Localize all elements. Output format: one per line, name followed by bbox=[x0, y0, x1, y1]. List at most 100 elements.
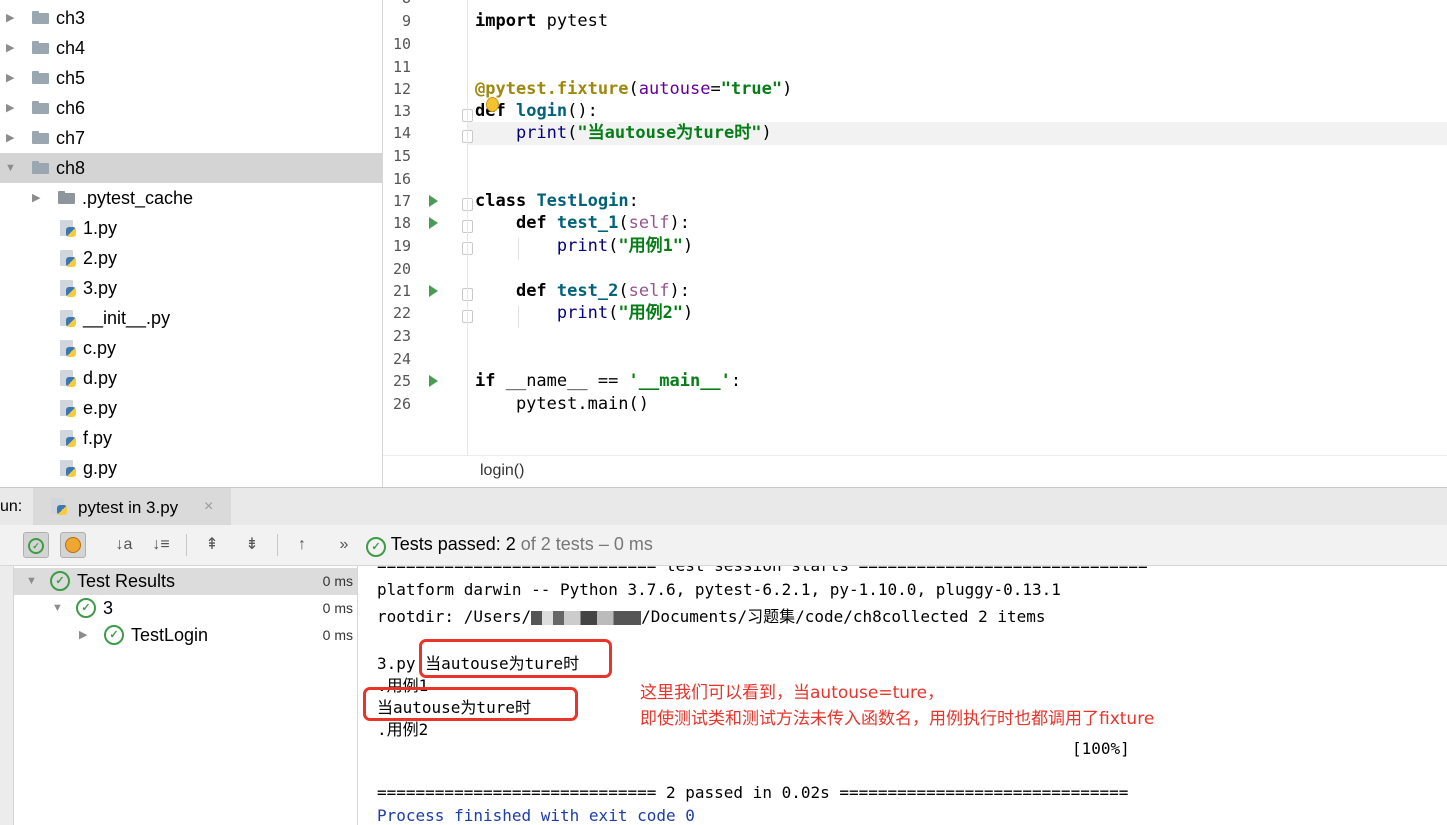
line-number: 21 bbox=[392, 282, 411, 300]
test-results-root[interactable]: ▼ ✓ Test Results 0 ms bbox=[14, 568, 357, 595]
result-time: 0 ms bbox=[322, 573, 353, 589]
function-name: login bbox=[515, 101, 568, 121]
run-script-icon[interactable] bbox=[429, 375, 438, 387]
code-line-18: def test_1(self): bbox=[475, 212, 690, 234]
editor-breadcrumb: login() bbox=[383, 455, 1447, 487]
code-line-26: pytest.main() bbox=[475, 394, 649, 414]
show-ignored-button[interactable] bbox=[60, 532, 86, 558]
sort-by-duration-button[interactable]: ↓≡ bbox=[148, 532, 174, 558]
console-output[interactable]: ============================= test sessi… bbox=[358, 566, 1447, 825]
tree-item-file[interactable]: e.py bbox=[0, 393, 382, 423]
code-line-21: def test_2(self): bbox=[475, 280, 690, 302]
code-text: (): bbox=[567, 101, 598, 121]
python-file-icon bbox=[60, 460, 76, 477]
chevron-right-icon[interactable]: ▶ bbox=[6, 123, 14, 153]
previous-failed-test-button[interactable]: ↑ bbox=[289, 532, 315, 558]
console-line: ============================= 2 passed i… bbox=[377, 783, 1129, 802]
more-actions-button[interactable]: » bbox=[331, 532, 357, 558]
show-passed-button[interactable]: ✓ bbox=[23, 532, 49, 558]
tree-item-file[interactable]: __init__.py bbox=[0, 303, 382, 333]
line-number: 10 bbox=[392, 35, 411, 53]
tree-item-file[interactable]: 3.py bbox=[0, 273, 382, 303]
python-file-icon bbox=[60, 220, 76, 237]
folder-icon bbox=[32, 11, 49, 24]
tree-item-ch4[interactable]: ▶ ch4 bbox=[0, 33, 382, 63]
string-literal: "用例2" bbox=[618, 303, 684, 323]
tree-item-file[interactable]: 2.py bbox=[0, 243, 382, 273]
chevron-down-icon[interactable]: ▼ bbox=[26, 568, 37, 595]
code-editor[interactable]: 8 9 10 11 12 13 14 15 16 17 18 19 20 21 … bbox=[383, 0, 1447, 487]
line-number: 8 bbox=[383, 0, 411, 7]
chevron-right-icon[interactable]: ▶ bbox=[6, 63, 14, 93]
class-name: TestLogin bbox=[536, 191, 629, 211]
run-tab-title: pytest in 3.py bbox=[78, 498, 179, 517]
chevron-right-icon[interactable]: ▶ bbox=[6, 3, 14, 33]
keyword: if bbox=[475, 371, 496, 391]
tree-item-label: e.py bbox=[83, 398, 118, 418]
tree-item-label: d.py bbox=[83, 368, 118, 388]
chevron-down-icon[interactable]: ▼ bbox=[52, 595, 63, 622]
tree-item-label: ch8 bbox=[56, 158, 86, 178]
string-literal: "用例1" bbox=[618, 236, 684, 256]
sort-alphabetically-button[interactable]: ↓a bbox=[111, 532, 137, 558]
collapse-all-button[interactable]: ⇟ bbox=[239, 532, 265, 558]
run-tab[interactable]: pytest in 3.py × bbox=[33, 488, 231, 525]
folder-icon bbox=[32, 41, 49, 54]
code-text: __name__ == bbox=[495, 371, 629, 391]
line-number: 24 bbox=[392, 350, 411, 368]
status-total: 2 tests bbox=[540, 534, 594, 554]
tree-item-file[interactable]: 1.py bbox=[0, 213, 382, 243]
breadcrumb-item[interactable]: login() bbox=[480, 462, 524, 480]
test-result-class[interactable]: ▶ ✓ TestLogin 0 ms bbox=[14, 622, 357, 649]
test-result-module[interactable]: ▼ ✓ 3 0 ms bbox=[14, 595, 357, 622]
tree-item-label: ch5 bbox=[56, 68, 86, 88]
chevron-right-icon[interactable]: ▶ bbox=[79, 622, 87, 649]
run-test-icon[interactable] bbox=[429, 285, 438, 297]
expand-all-button[interactable]: ⇞ bbox=[199, 532, 225, 558]
tree-item-label: ch4 bbox=[56, 38, 86, 58]
code-line-14: print("当autouse为ture时") bbox=[475, 122, 772, 144]
tree-item-file[interactable]: d.py bbox=[0, 363, 382, 393]
console-line: platform darwin -- Python 3.7.6, pytest-… bbox=[377, 580, 1061, 599]
chevron-right-icon[interactable]: ▶ bbox=[6, 33, 14, 63]
chevron-down-icon[interactable]: ▼ bbox=[5, 153, 16, 183]
line-number: 26 bbox=[392, 395, 411, 413]
tree-item-ch3[interactable]: ▶ ch3 bbox=[0, 3, 382, 33]
close-icon[interactable]: × bbox=[204, 498, 213, 516]
run-side-strip bbox=[0, 566, 14, 825]
chevron-right-icon[interactable]: ▶ bbox=[32, 183, 40, 213]
console-line-exit: Process finished with exit code 0 bbox=[377, 806, 695, 825]
tree-item-ch7[interactable]: ▶ ch7 bbox=[0, 123, 382, 153]
tree-item-label: 3.py bbox=[83, 278, 118, 298]
tree-item-file[interactable]: g.py bbox=[0, 453, 382, 483]
tree-item-ch8[interactable]: ▼ ch8 bbox=[0, 153, 382, 183]
chevron-right-icon[interactable]: ▶ bbox=[6, 93, 14, 123]
function-name: test_1 bbox=[556, 213, 619, 233]
decorator: @pytest.fixture bbox=[475, 79, 629, 99]
result-label: Test Results bbox=[77, 571, 176, 591]
code-text: ) bbox=[782, 79, 793, 99]
run-test-icon[interactable] bbox=[429, 217, 438, 229]
code-text: ): bbox=[669, 213, 691, 233]
tree-item-file[interactable]: c.py bbox=[0, 333, 382, 363]
line-number: 13 bbox=[392, 102, 411, 120]
status-prefix: Tests passed: bbox=[390, 534, 506, 554]
self-param: self bbox=[628, 213, 670, 233]
check-circle-icon: ✓ bbox=[76, 598, 96, 618]
folder-icon bbox=[32, 101, 49, 114]
tree-item-ch6[interactable]: ▶ ch6 bbox=[0, 93, 382, 123]
rootdir-suffix: /Documents/习题集/code/ch8collected 2 items bbox=[641, 607, 1046, 626]
tree-item-label: ch6 bbox=[56, 98, 86, 118]
code-text: ( bbox=[628, 79, 639, 99]
tree-item-pytest-cache[interactable]: ▶ .pytest_cache bbox=[0, 183, 382, 213]
tree-item-label: g.py bbox=[83, 458, 118, 478]
run-label: un: bbox=[0, 498, 23, 515]
tree-item-file[interactable]: f.py bbox=[0, 423, 382, 453]
status-passed-count: 2 bbox=[505, 534, 516, 554]
code-text: ( bbox=[608, 236, 619, 256]
run-test-icon[interactable] bbox=[429, 195, 438, 207]
annotation-text: 这里我们可以看到，当autouse=ture， bbox=[640, 683, 945, 703]
line-number: 15 bbox=[392, 147, 411, 165]
lightbulb-icon[interactable] bbox=[486, 97, 499, 112]
tree-item-ch5[interactable]: ▶ ch5 bbox=[0, 63, 382, 93]
